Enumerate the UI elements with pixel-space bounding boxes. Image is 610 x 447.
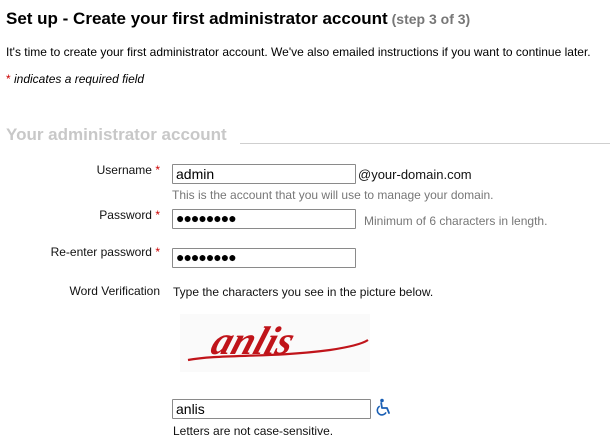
- username-label: Username *: [0, 163, 160, 177]
- password-hint: Minimum of 6 characters in length.: [364, 214, 548, 228]
- verification-instructions: Type the characters you see in the pictu…: [173, 285, 434, 299]
- username-label-text: Username: [96, 163, 152, 177]
- section-divider: [240, 143, 610, 144]
- case-sensitivity-note: Letters are not case-sensitive.: [173, 424, 334, 438]
- section-title: Your administrator account: [6, 125, 227, 144]
- captcha-graphic: anlis: [187, 318, 369, 363]
- verification-input[interactable]: [172, 399, 371, 419]
- wheelchair-icon-graphic: [376, 398, 390, 416]
- password-confirm-input[interactable]: ●●●●●●●●: [172, 248, 356, 268]
- password-label-text: Password: [99, 208, 152, 222]
- page-title: Set up - Create your first administrator…: [6, 9, 470, 29]
- required-star: *: [155, 163, 160, 177]
- password-confirm-masked-value: ●●●●●●●●: [176, 249, 237, 265]
- domain-suffix: @your-domain.com: [358, 167, 472, 182]
- word-verification-label: Word Verification: [69, 284, 161, 298]
- wheelchair-accessibility-icon[interactable]: [375, 398, 393, 416]
- intro-text: It's time to create your first administr…: [6, 45, 591, 59]
- captcha-text: anlis: [206, 318, 301, 363]
- password-confirm-label-text: Re-enter password: [50, 245, 152, 259]
- password-confirm-label: Re-enter password *: [0, 245, 160, 259]
- password-input[interactable]: ●●●●●●●●: [172, 209, 356, 229]
- username-input[interactable]: [172, 164, 356, 184]
- required-star: *: [155, 245, 160, 259]
- password-label: Password *: [0, 208, 160, 222]
- required-star: *: [155, 208, 160, 222]
- step-indicator: (step 3 of 3): [391, 11, 471, 27]
- required-note-text: indicates a required field: [10, 72, 145, 86]
- page-title-text: Set up - Create your first administrator…: [6, 9, 388, 28]
- password-masked-value: ●●●●●●●●: [176, 210, 237, 226]
- required-field-note: * indicates a required field: [6, 72, 144, 86]
- username-hint: This is the account that you will use to…: [172, 188, 494, 202]
- captcha-image: anlis: [180, 314, 370, 372]
